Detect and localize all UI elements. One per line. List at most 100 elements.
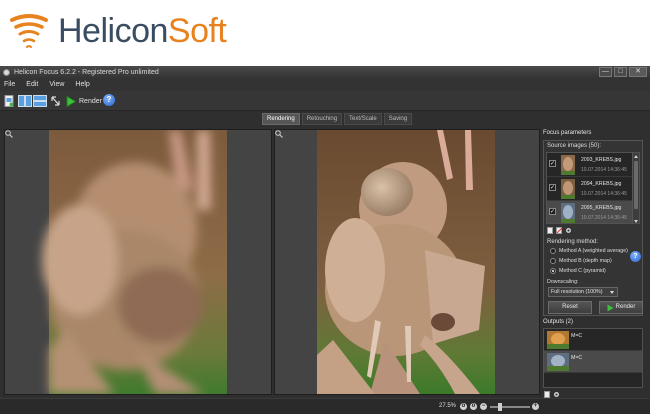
focus-parameters-panel: Focus parameters Source images (50): ✓ 2… <box>540 126 650 398</box>
list-item[interactable]: ✓ 2094_KREBS.jpg 10.07.2014 14:36:45 <box>547 177 639 201</box>
close-button[interactable]: ✕ <box>629 67 647 77</box>
panel-title: Focus parameters <box>543 130 592 136</box>
save-output-icon[interactable] <box>544 391 551 398</box>
source-image <box>5 130 271 394</box>
reset-button[interactable]: Reset <box>548 301 592 314</box>
zoom-icon[interactable] <box>275 130 283 138</box>
toolbar-render-button[interactable]: Render <box>66 94 102 108</box>
source-checkbox[interactable]: ✓ <box>549 184 556 191</box>
output-name: M=C <box>571 355 583 361</box>
play-icon <box>66 95 76 107</box>
zoom-fit-icon[interactable]: o <box>460 403 467 410</box>
brand-name-part1: Helicon <box>58 12 168 50</box>
menu-help[interactable]: Help <box>75 79 89 91</box>
tab-rendering[interactable]: Rendering <box>262 113 300 125</box>
helicon-spiral-icon <box>10 14 48 48</box>
help-icon[interactable]: ? <box>103 94 115 106</box>
output-thumbnail <box>547 353 569 371</box>
zoom-in-icon[interactable]: + <box>532 403 539 410</box>
parameters-box: Source images (50): ✓ 2093_KREBS.jpg 10.… <box>543 140 643 316</box>
brand-header: HeliconSoft <box>0 0 650 66</box>
tab-retouching[interactable]: Retouching <box>301 113 343 125</box>
rendering-method-label: Rendering method: <box>547 239 599 245</box>
zoom-out-icon[interactable]: − <box>480 403 487 410</box>
source-date: 10.07.2014 14:36:45 <box>581 191 627 197</box>
list-item[interactable]: M=C <box>544 329 642 351</box>
source-thumbnail <box>561 203 575 223</box>
zoom-actual-icon[interactable]: o <box>470 403 477 410</box>
scroll-down-arrow-icon[interactable] <box>634 220 638 223</box>
list-item[interactable]: ✓ 2093_KREBS.jpg 10.07.2014 14:36:45 <box>547 153 639 177</box>
brand-name: HeliconSoft <box>58 11 227 51</box>
scroll-thumb[interactable] <box>634 161 638 209</box>
chevron-down-icon <box>610 291 614 294</box>
title-bar: Helicon Focus 6.2.2 - Registered Pro unl… <box>0 66 650 79</box>
window-title: Helicon Focus 6.2.2 - Registered Pro unl… <box>14 69 159 76</box>
add-images-icon[interactable] <box>4 95 14 107</box>
source-list-scrollbar[interactable] <box>632 153 639 223</box>
mode-tabs: Rendering Retouching Text/Scale Saving <box>262 113 413 125</box>
tab-saving[interactable]: Saving <box>383 113 413 125</box>
menu-edit[interactable]: Edit <box>26 79 38 91</box>
source-checkbox[interactable]: ✓ <box>549 160 556 167</box>
stacked-view-icon[interactable] <box>33 95 47 107</box>
source-thumbnail <box>561 155 575 175</box>
radio-method-c[interactable] <box>550 268 556 274</box>
list-item[interactable]: ✓ 2095_KREBS.jpg 10.07.2014 14:36:45 <box>547 201 639 223</box>
maximize-button[interactable]: □ <box>614 67 627 77</box>
minimize-button[interactable]: — <box>599 67 612 77</box>
page: HeliconSoft Helicon Focus 6.2.2 - Regist… <box>0 0 650 414</box>
output-thumbnail <box>547 331 569 349</box>
app-icon <box>3 69 10 76</box>
method-b-label: Method B (depth map) <box>559 258 612 264</box>
menu-bar: File Edit View Help <box>0 79 650 91</box>
split-view-icon[interactable] <box>18 95 32 107</box>
source-name: 2095_KREBS.jpg <box>581 205 622 211</box>
toolbar-render-label: Render <box>79 97 102 105</box>
settings-gear-icon[interactable] <box>565 227 572 234</box>
zoom-icon[interactable] <box>5 130 13 138</box>
source-images-list[interactable]: ✓ 2093_KREBS.jpg 10.07.2014 14:36:45 ✓ 2… <box>546 152 640 224</box>
app-window: Helicon Focus 6.2.2 - Registered Pro unl… <box>0 66 650 414</box>
method-c-option[interactable]: Method C (pyramid) <box>550 268 606 274</box>
play-icon <box>607 304 614 311</box>
tab-text-scale[interactable]: Text/Scale <box>344 113 382 125</box>
outputs-list[interactable]: M=C M=C <box>543 328 643 388</box>
result-image-viewer[interactable] <box>274 129 540 395</box>
window-controls: — □ ✕ <box>599 67 647 77</box>
scroll-up-arrow-icon[interactable] <box>634 155 638 158</box>
source-name: 2093_KREBS.jpg <box>581 157 622 163</box>
radio-method-a[interactable] <box>550 248 556 254</box>
method-a-option[interactable]: Method A (weighted average) <box>550 248 628 254</box>
source-date: 10.07.2014 14:36:45 <box>581 167 627 173</box>
zoom-slider[interactable] <box>490 403 530 411</box>
source-date: 10.07.2014 14:36:45 <box>581 215 627 221</box>
zoom-slider-thumb[interactable] <box>498 403 502 411</box>
downscaling-value: Full resolution (100%) <box>551 289 603 295</box>
output-name: M=C <box>571 333 583 339</box>
source-checkbox[interactable]: ✓ <box>549 208 556 215</box>
settings-gear-icon[interactable] <box>553 391 560 398</box>
source-name: 2094_KREBS.jpg <box>581 181 622 187</box>
method-help-icon[interactable]: ? <box>630 251 641 262</box>
downscaling-label: Downscaling: <box>547 279 579 285</box>
zoom-level: 27.5% <box>439 403 457 409</box>
status-bar: 27.5% o o − + <box>0 398 650 414</box>
source-image-viewer[interactable] <box>4 129 272 395</box>
add-file-icon[interactable] <box>547 227 554 234</box>
list-item[interactable]: M=C <box>544 351 642 373</box>
arrows-icon[interactable] <box>51 95 60 107</box>
remove-file-icon[interactable] <box>556 227 563 234</box>
downscaling-select[interactable]: Full resolution (100%) <box>548 287 618 297</box>
render-button-label: Render <box>615 304 636 310</box>
method-a-label: Method A (weighted average) <box>559 248 628 254</box>
radio-method-b[interactable] <box>550 258 556 264</box>
toolbar: Render ? <box>0 91 650 111</box>
brand-name-part2: Soft <box>167 12 227 50</box>
method-b-option[interactable]: Method B (depth map) <box>550 258 612 264</box>
menu-view[interactable]: View <box>49 79 64 91</box>
render-button[interactable]: Render <box>599 301 643 314</box>
outputs-label: Outputs (2) <box>543 319 574 325</box>
menu-file[interactable]: File <box>4 79 15 91</box>
result-image <box>275 130 539 394</box>
